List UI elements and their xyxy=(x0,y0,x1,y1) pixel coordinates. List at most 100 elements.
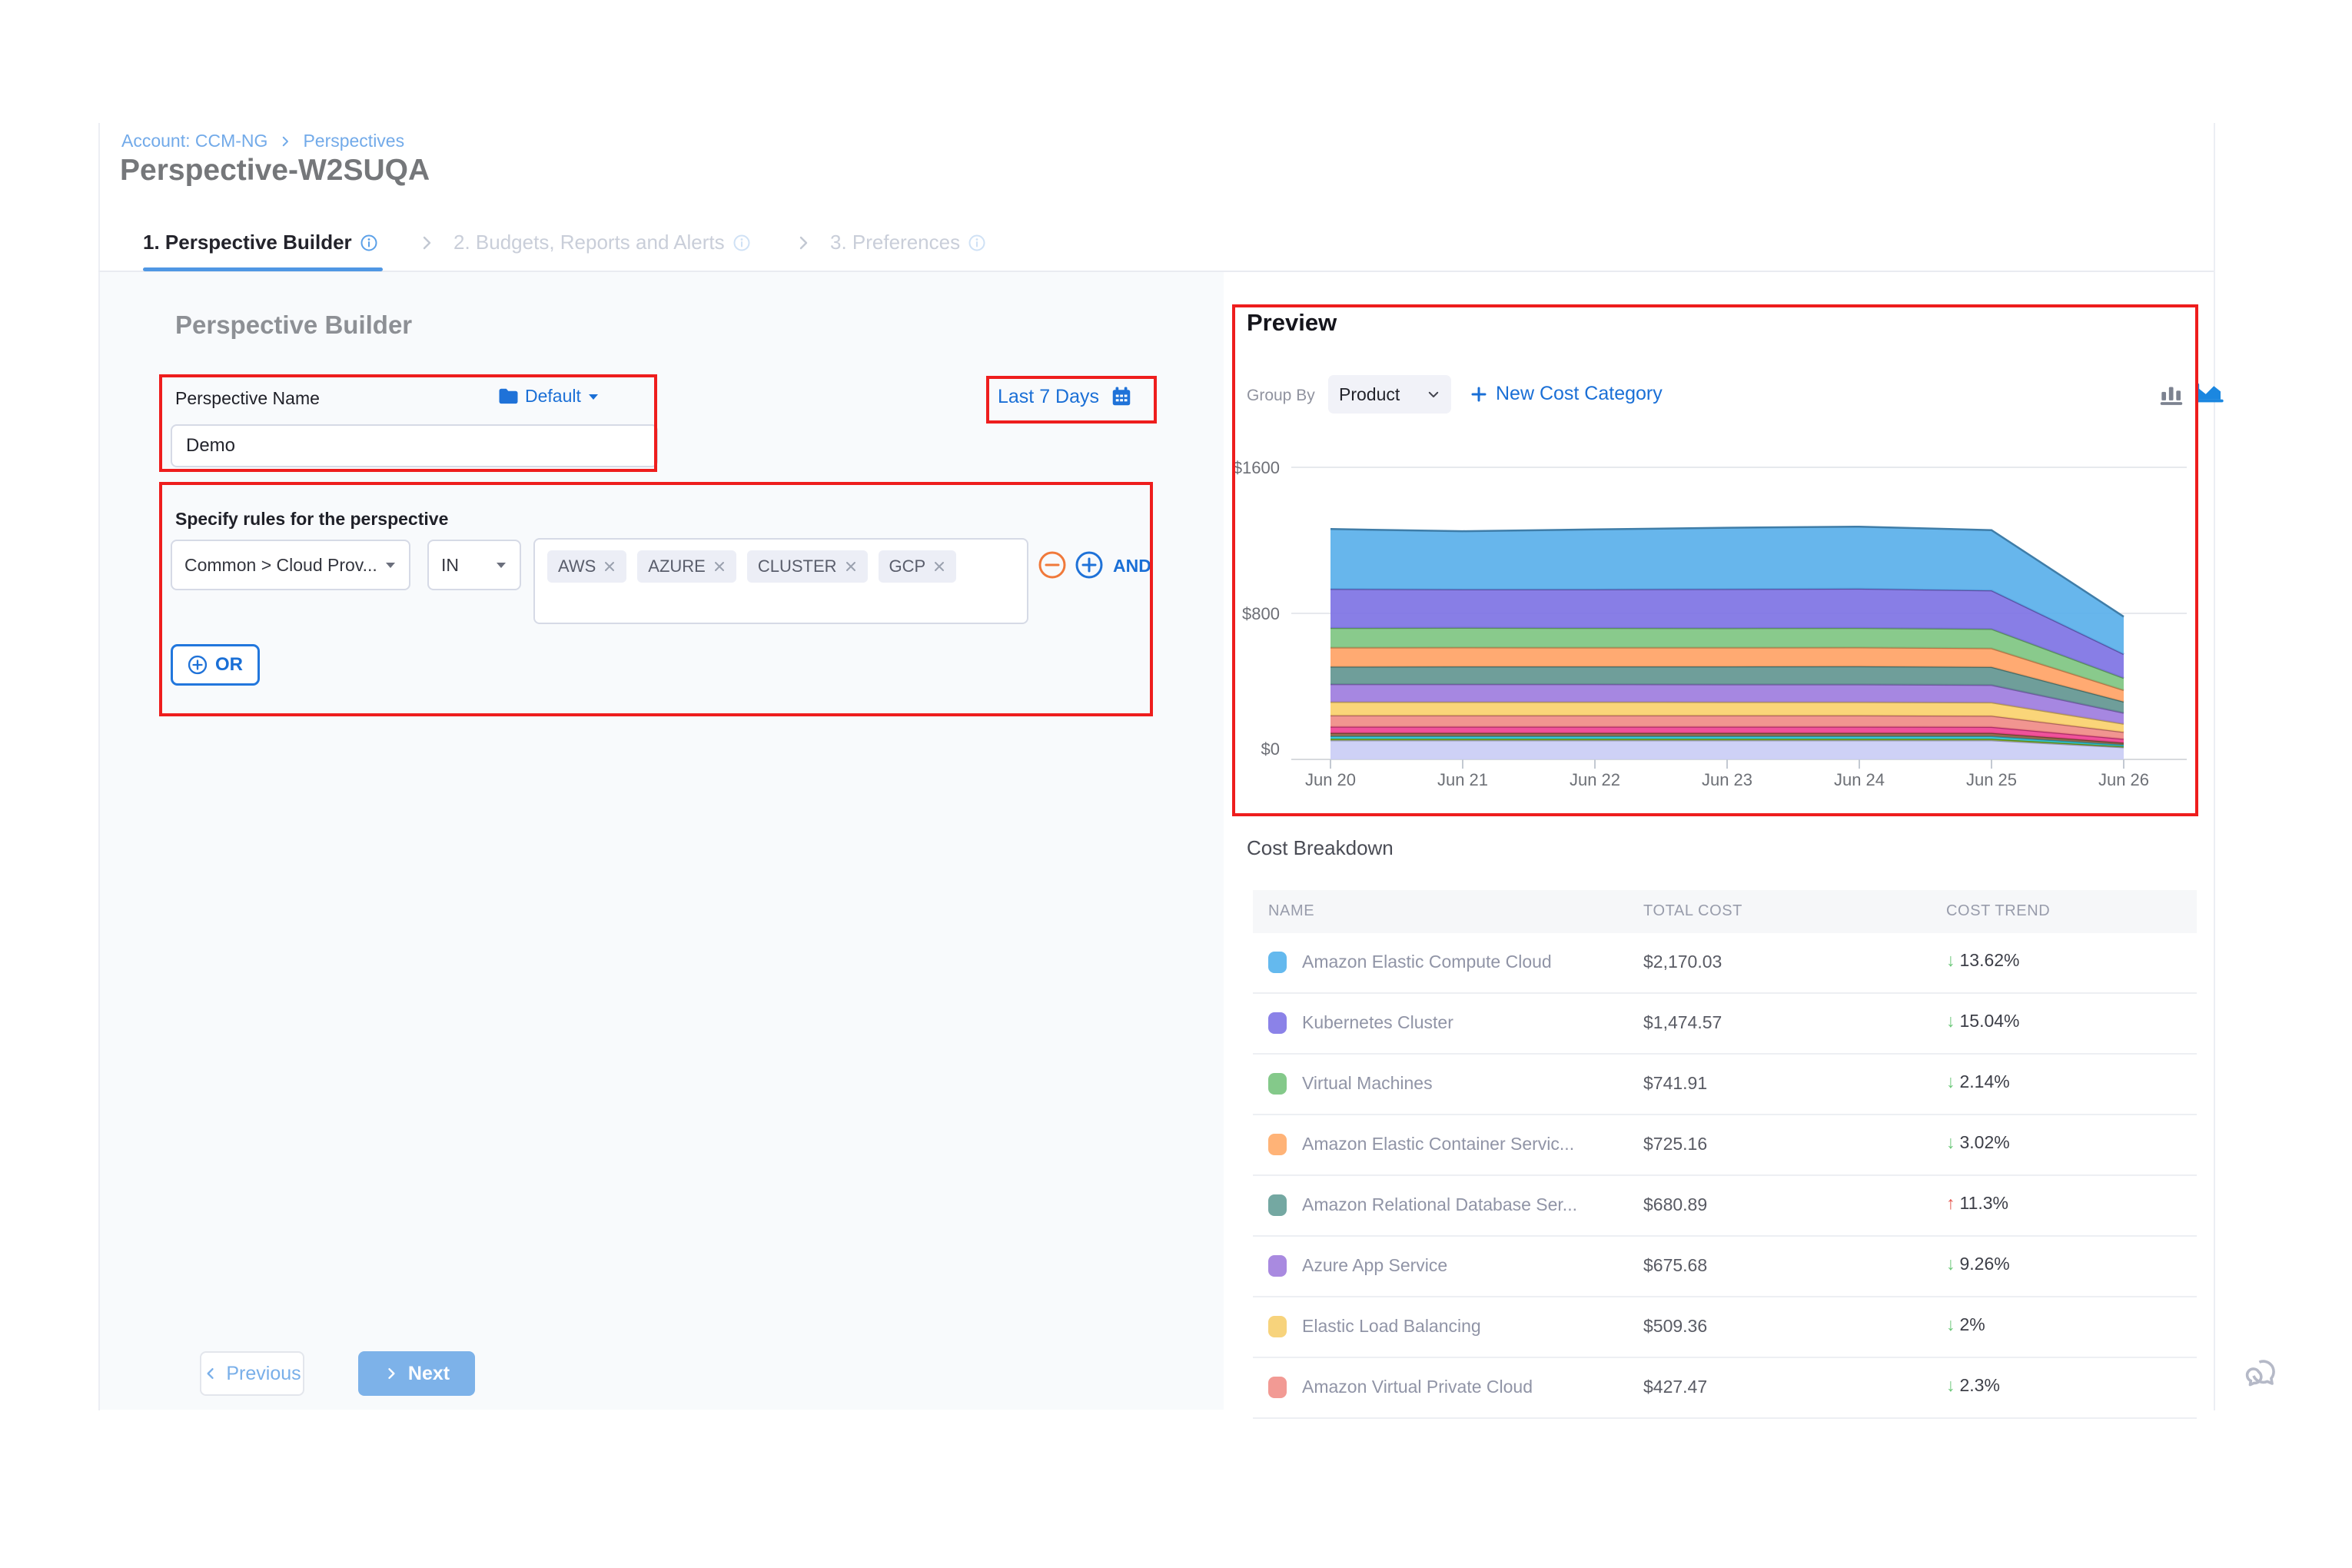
area-series-other-lavender[interactable] xyxy=(1330,740,2124,759)
series-color-swatch xyxy=(1268,1316,1287,1337)
trend-arrow-icon: ↓ xyxy=(1946,1132,1955,1153)
group-by-value: Product xyxy=(1339,384,1400,405)
row-total-cost: $427.47 xyxy=(1643,1377,1707,1397)
row-trend: 15.04% xyxy=(1960,1011,2020,1031)
remove-rule-icon[interactable] xyxy=(1038,550,1067,580)
table-row[interactable]: Azure App Service $675.68 ↓9.26% xyxy=(1253,1237,2197,1297)
group-by-select[interactable]: Product xyxy=(1328,375,1451,414)
table-row[interactable]: Virtual Machines $741.91 ↓2.14% xyxy=(1253,1055,2197,1115)
chip-label: GCP xyxy=(889,556,926,576)
new-cost-category-button[interactable]: New Cost Category xyxy=(1470,383,1663,405)
row-trend: 2% xyxy=(1960,1314,1985,1335)
tab-budgets-reports-alerts[interactable]: 2. Budgets, Reports and Alerts xyxy=(453,231,751,254)
breadcrumb-perspectives-link[interactable]: Perspectives xyxy=(303,131,404,151)
remove-icon[interactable] xyxy=(845,560,857,573)
chevron-left-icon xyxy=(203,1366,218,1381)
value-chip[interactable]: AWS xyxy=(547,550,626,583)
trend-arrow-icon: ↓ xyxy=(1946,1254,1955,1274)
info-icon xyxy=(733,234,751,252)
row-trend: 2.3% xyxy=(1960,1375,2000,1396)
chat-support-icon[interactable] xyxy=(2243,1354,2284,1396)
caret-down-icon xyxy=(495,560,507,570)
x-axis-label: Jun 26 xyxy=(2089,770,2158,790)
row-name: Virtual Machines xyxy=(1302,1073,1433,1094)
row-name: Amazon Elastic Compute Cloud xyxy=(1302,952,1552,972)
x-axis-label: Jun 24 xyxy=(1825,770,1894,790)
rule-value-chips: AWS AZURE CLUSTER GCP xyxy=(547,550,956,583)
table-header-row: NAME TOTAL COST COST TREND xyxy=(1253,890,2197,933)
folder-name: Default xyxy=(525,386,581,407)
remove-icon[interactable] xyxy=(603,560,616,573)
active-tab-underline xyxy=(143,267,383,271)
folder-selector[interactable]: Default xyxy=(498,386,600,407)
tab-preferences[interactable]: 3. Preferences xyxy=(830,231,986,254)
perspective-name-label: Perspective Name xyxy=(175,388,320,409)
table-row[interactable]: Elastic Load Balancing $509.36 ↓2% xyxy=(1253,1297,2197,1358)
table-row[interactable]: Amazon Elastic Container Servic... $725.… xyxy=(1253,1115,2197,1176)
perspective-name-input[interactable] xyxy=(171,424,658,467)
chip-label: AZURE xyxy=(648,556,706,576)
area-chart-toggle-icon[interactable] xyxy=(2194,377,2226,409)
content-left-border xyxy=(98,123,100,1410)
column-header-name: NAME xyxy=(1268,902,1314,920)
previous-button-label: Previous xyxy=(226,1363,301,1385)
column-header-cost-trend: COST TREND xyxy=(1946,902,2050,920)
date-range-picker[interactable]: Last 7 Days xyxy=(998,385,1133,408)
remove-icon[interactable] xyxy=(933,560,945,573)
table-row[interactable]: Amazon Relational Database Ser... $680.8… xyxy=(1253,1176,2197,1237)
table-row[interactable]: Amazon Virtual Private Cloud $427.47 ↓2.… xyxy=(1253,1358,2197,1419)
breadcrumb-account-link[interactable]: Account: CCM-NG xyxy=(121,131,267,151)
remove-icon[interactable] xyxy=(713,560,726,573)
tab-label: 2. Budgets, Reports and Alerts xyxy=(453,231,725,254)
chip-label: AWS xyxy=(558,556,596,576)
row-total-cost: $1,474.57 xyxy=(1643,1012,1722,1033)
table-row[interactable]: Kubernetes Cluster $1,474.57 ↓15.04% xyxy=(1253,994,2197,1055)
rule-field-select[interactable]: Common > Cloud Prov... xyxy=(171,540,410,590)
and-button[interactable]: AND xyxy=(1113,556,1151,576)
x-axis-label: Jun 22 xyxy=(1560,770,1629,790)
series-color-swatch xyxy=(1268,1255,1287,1277)
y-axis-label: $1600 xyxy=(1188,458,1280,478)
y-axis-label: $0 xyxy=(1188,739,1280,759)
tab-label: 3. Preferences xyxy=(830,231,960,254)
info-icon xyxy=(968,234,986,252)
perspective-builder-page: Account: CCM-NG Perspectives Perspective… xyxy=(0,0,2352,1568)
preview-heading: Preview xyxy=(1247,309,1337,337)
row-trend: 13.62% xyxy=(1960,950,2020,971)
y-axis-label: $800 xyxy=(1188,604,1280,624)
value-chip[interactable]: CLUSTER xyxy=(747,550,868,583)
trend-arrow-icon: ↓ xyxy=(1946,1375,1955,1396)
or-button[interactable]: OR xyxy=(171,644,260,686)
caret-down-icon xyxy=(384,560,397,570)
chevron-right-icon xyxy=(794,234,812,252)
row-total-cost: $680.89 xyxy=(1643,1194,1707,1215)
value-chip[interactable]: GCP xyxy=(879,550,957,583)
rule-values-box[interactable]: AWS AZURE CLUSTER GCP xyxy=(533,538,1028,624)
row-trend: 3.02% xyxy=(1960,1132,2010,1153)
value-chip[interactable]: AZURE xyxy=(637,550,736,583)
or-button-label: OR xyxy=(215,654,243,676)
column-header-total-cost: TOTAL COST xyxy=(1643,902,1742,920)
add-rule-icon[interactable] xyxy=(1075,550,1104,580)
next-button[interactable]: Next xyxy=(358,1351,475,1396)
row-total-cost: $509.36 xyxy=(1643,1316,1707,1337)
row-total-cost: $2,170.03 xyxy=(1643,952,1722,972)
chevron-right-icon xyxy=(417,234,436,252)
tab-perspective-builder[interactable]: 1. Perspective Builder xyxy=(143,231,378,254)
date-range-label: Last 7 Days xyxy=(998,386,1099,408)
table-row[interactable]: Amazon Elastic Compute Cloud $2,170.03 ↓… xyxy=(1253,933,2197,994)
tab-bar: 1. Perspective Builder 2. Budgets, Repor… xyxy=(98,217,2214,272)
next-button-label: Next xyxy=(408,1363,450,1385)
previous-button[interactable]: Previous xyxy=(200,1351,304,1396)
chevron-down-icon xyxy=(1427,387,1440,401)
bar-chart-toggle-icon[interactable] xyxy=(2157,380,2186,409)
row-name: Amazon Virtual Private Cloud xyxy=(1302,1377,1533,1397)
rule-operator-select[interactable]: IN xyxy=(427,540,521,590)
row-total-cost: $741.91 xyxy=(1643,1073,1707,1094)
tab-label: 1. Perspective Builder xyxy=(143,231,352,254)
series-color-swatch xyxy=(1268,952,1287,973)
stacked-area-chart[interactable] xyxy=(1268,438,2221,799)
builder-heading: Perspective Builder xyxy=(175,311,412,340)
new-cost-category-label: New Cost Category xyxy=(1496,383,1663,405)
breadcrumb: Account: CCM-NG Perspectives xyxy=(121,131,404,151)
